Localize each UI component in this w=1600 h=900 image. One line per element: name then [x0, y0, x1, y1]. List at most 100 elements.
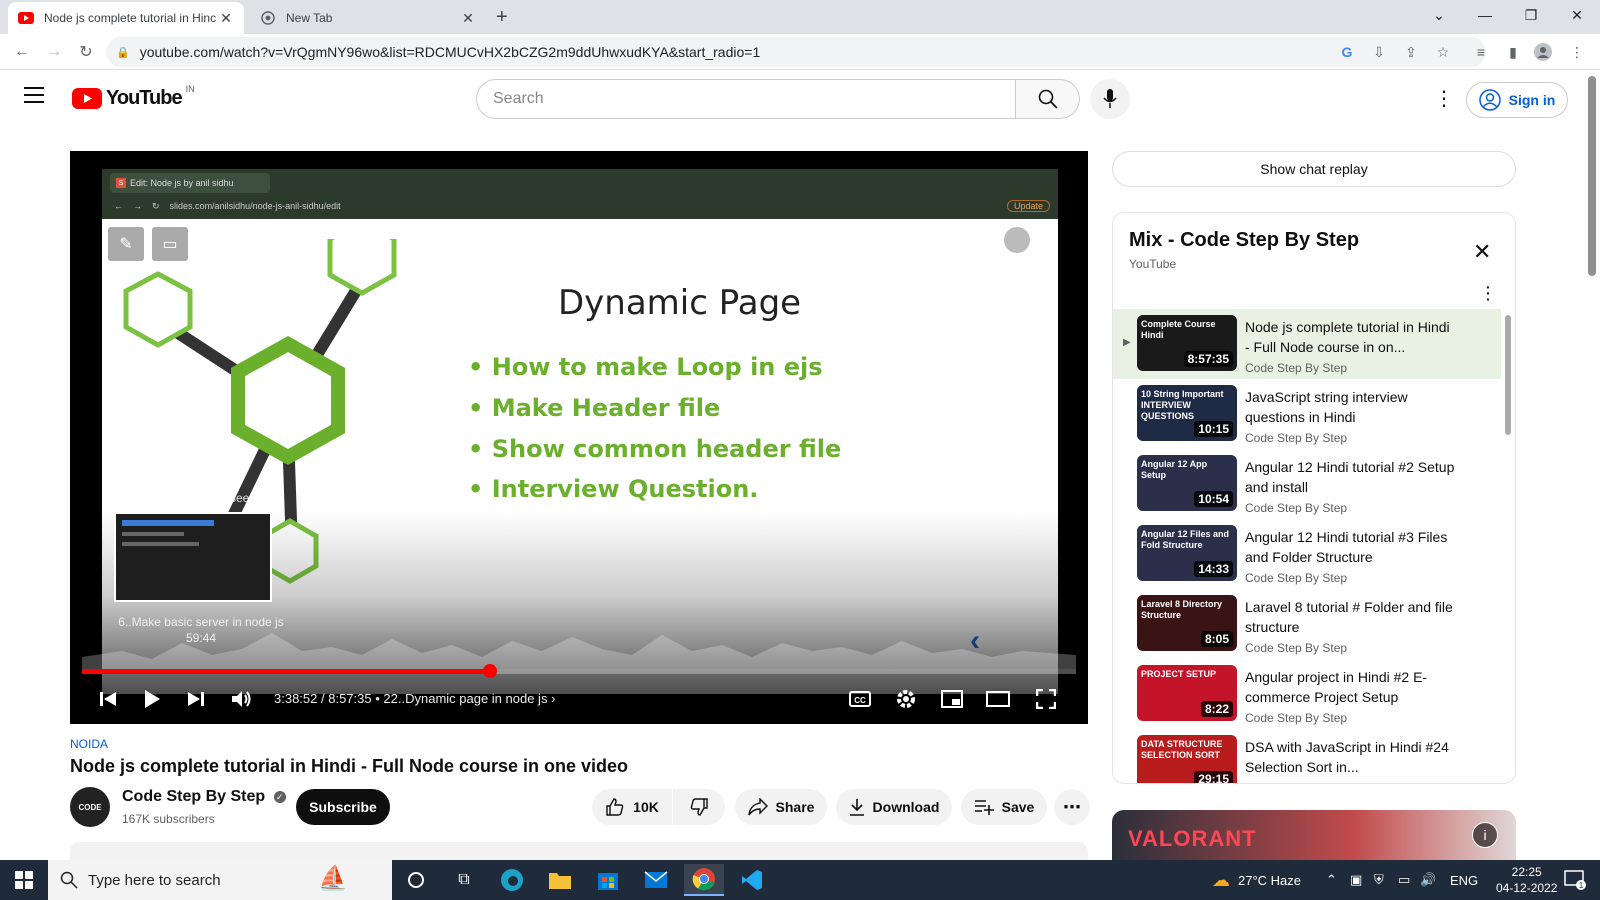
share-page-icon[interactable]: ⇪ [1402, 43, 1420, 61]
close-tab-icon[interactable]: ✕ [218, 10, 234, 27]
forward-arrow-icon[interactable]: → [42, 40, 66, 64]
save-button[interactable]: Save [961, 789, 1047, 825]
show-chat-replay-button[interactable]: Show chat replay [1112, 151, 1516, 187]
microsoft-store-icon[interactable] [588, 864, 628, 896]
fullscreen-icon[interactable] [1032, 683, 1060, 715]
download-button[interactable]: Download [836, 789, 952, 825]
playlist-item-title[interactable]: Node js complete tutorial in Hindi - Ful… [1245, 317, 1455, 357]
playlist-more-icon[interactable]: ⋮ [1479, 283, 1497, 304]
close-tab-icon[interactable]: ✕ [460, 10, 476, 27]
playlist-thumbnail[interactable]: Laravel 8 Directory Structure 8:05 [1137, 595, 1237, 651]
playlist-item[interactable]: ▶ Complete Course Hindi 8:57:35 Node js com… [1113, 309, 1501, 379]
ad-info-icon[interactable]: i [1472, 822, 1498, 848]
install-app-icon[interactable]: ⇩ [1370, 43, 1388, 61]
like-button[interactable]: 10K [592, 789, 672, 825]
tray-defender-icon[interactable]: ⛨ [1374, 860, 1384, 900]
side-panel-icon[interactable]: ▮ [1504, 43, 1522, 61]
tab-youtube[interactable]: Node js complete tutorial in Hinc ✕ [8, 2, 244, 34]
sign-in-button[interactable]: Sign in [1466, 82, 1568, 118]
task-view-icon[interactable]: ⧉ [444, 864, 484, 896]
progress-scrubber-handle[interactable] [482, 664, 497, 678]
subscribe-button[interactable]: Subscribe [296, 789, 390, 825]
next-video-icon[interactable] [182, 683, 210, 715]
playlist-item-title[interactable]: Angular project in Hindi #2 E-commerce P… [1245, 667, 1455, 707]
minimize-icon[interactable]: — [1462, 0, 1508, 30]
play-icon[interactable] [138, 683, 166, 715]
close-window-icon[interactable]: ✕ [1554, 0, 1600, 30]
previous-video-icon[interactable] [94, 683, 122, 715]
page-scrollbar[interactable] [1588, 76, 1596, 276]
playlist-item-title[interactable]: DSA with JavaScript in Hindi #24 Selecti… [1245, 737, 1455, 777]
chrome-taskbar-icon[interactable] [684, 864, 724, 896]
share-button[interactable]: Share [735, 789, 827, 825]
playlist-thumbnail[interactable]: Angular 12 App Setup 10:54 [1137, 455, 1237, 511]
playlist-item-title[interactable]: Laravel 8 tutorial # Folder and file str… [1245, 597, 1455, 637]
restore-icon[interactable]: ❐ [1508, 0, 1554, 30]
tray-meet-icon[interactable]: ▣ [1350, 860, 1362, 900]
progress-bar[interactable] [82, 669, 1076, 674]
miniplayer-icon[interactable] [938, 683, 966, 715]
address-bar[interactable]: 🔒 youtube.com/watch?v=VrQgmNY96wo&list=R… [106, 37, 1486, 67]
taskbar-search-input[interactable]: Type here to search ⛵ [48, 860, 392, 900]
ad-banner[interactable]: VALORANT i [1112, 810, 1516, 860]
playlist-item-title[interactable]: JavaScript string interview questions in… [1245, 387, 1455, 427]
channel-name[interactable]: Code Step By Step ✓ [122, 788, 286, 806]
google-icon[interactable]: G [1338, 43, 1356, 61]
playlist-item-title[interactable]: Angular 12 Hindi tutorial #2 Setup and i… [1245, 457, 1455, 497]
playlist-thumbnail[interactable]: Angular 12 Files and Fold Structure 14:33 [1137, 525, 1237, 581]
chapter-title[interactable]: 22..Dynamic page in node js [383, 691, 547, 706]
chapter-chevron-icon[interactable]: › [551, 691, 555, 706]
volume-icon[interactable] [228, 683, 256, 715]
description-box[interactable] [70, 842, 1088, 862]
search-button[interactable] [1016, 79, 1080, 119]
clock[interactable]: 22:25 04-12-2022 [1496, 860, 1557, 900]
subtitles-cc-icon[interactable]: CC [846, 683, 874, 715]
file-explorer-icon[interactable] [540, 864, 580, 896]
video-location[interactable]: NOIDA [70, 737, 108, 751]
network-icon[interactable]: ▭ [1398, 860, 1410, 900]
more-actions-icon[interactable]: ⋯ [1054, 789, 1090, 825]
playlist-item[interactable]: PROJECT SETUP 8:22 Angular project in Hind… [1113, 659, 1501, 729]
profile-avatar-icon[interactable] [1534, 43, 1552, 61]
mail-icon[interactable] [636, 864, 676, 896]
playlist-item[interactable]: Laravel 8 Directory Structure 8:05 Laravel… [1113, 589, 1501, 659]
tab-search-chevron-icon[interactable]: ⌄ [1416, 0, 1462, 30]
playlist-scrollbar[interactable] [1505, 315, 1511, 435]
playlist-item[interactable]: DATA STRUCTURE SELECTION SORT 29:15 DSA wi… [1113, 729, 1501, 783]
playlist-item[interactable]: Angular 12 Files and Fold Structure 14:33… [1113, 519, 1501, 589]
playlist-item[interactable]: 10 String Important INTERVIEW QUESTIONS 1… [1113, 379, 1501, 449]
search-input[interactable]: Search [476, 79, 1016, 119]
weather-widget[interactable]: ☁ 27°C Haze [1212, 860, 1301, 900]
playlist-thumbnail[interactable]: Complete Course Hindi 8:57:35 [1137, 315, 1237, 371]
cortana-icon[interactable] [396, 864, 436, 896]
playlist-thumbnail[interactable]: DATA STRUCTURE SELECTION SORT 29:15 [1137, 735, 1237, 783]
youtube-logo[interactable]: YouTube IN [72, 84, 195, 110]
reload-icon[interactable]: ↻ [74, 40, 98, 64]
playlist-thumbnail[interactable]: 10 String Important INTERVIEW QUESTIONS 1… [1137, 385, 1237, 441]
tab-new-tab[interactable]: New Tab ✕ [250, 2, 486, 34]
chrome-menu-icon[interactable]: ⋮ [1568, 43, 1586, 61]
playlist-thumbnail[interactable]: PROJECT SETUP 8:22 [1137, 665, 1237, 721]
settings-more-icon[interactable]: ⋮ [1434, 86, 1454, 111]
close-playlist-icon[interactable]: ✕ [1473, 239, 1491, 265]
theater-mode-icon[interactable] [984, 683, 1012, 715]
video-player[interactable]: S Edit: Node js by anil sidhu ← → ↻ slides… [70, 151, 1088, 724]
tray-chevron-icon[interactable]: ⌃ [1326, 860, 1337, 900]
voice-search-button[interactable] [1090, 79, 1130, 119]
playlist-item-title[interactable]: Angular 12 Hindi tutorial #3 Files and F… [1245, 527, 1455, 567]
bookmark-star-icon[interactable]: ☆ [1434, 43, 1452, 61]
dislike-button[interactable] [673, 789, 725, 825]
hamburger-menu-icon[interactable] [24, 86, 46, 109]
reading-list-icon[interactable]: ≡ [1472, 43, 1490, 61]
notification-center-icon[interactable]: 1 [1564, 860, 1586, 900]
edge-browser-icon[interactable] [492, 864, 532, 896]
vscode-taskbar-icon[interactable] [732, 864, 772, 896]
volume-tray-icon[interactable]: 🔊 [1420, 860, 1436, 900]
playlist-item[interactable]: Angular 12 App Setup 10:54 Angular 12 Hind… [1113, 449, 1501, 519]
settings-gear-icon[interactable] [892, 683, 920, 715]
channel-avatar[interactable]: CODE [70, 787, 110, 827]
language-indicator[interactable]: ENG [1450, 860, 1478, 900]
windows-start-icon[interactable] [4, 864, 44, 896]
back-arrow-icon[interactable]: ← [10, 40, 34, 64]
new-tab-plus-icon[interactable]: + [496, 6, 508, 29]
